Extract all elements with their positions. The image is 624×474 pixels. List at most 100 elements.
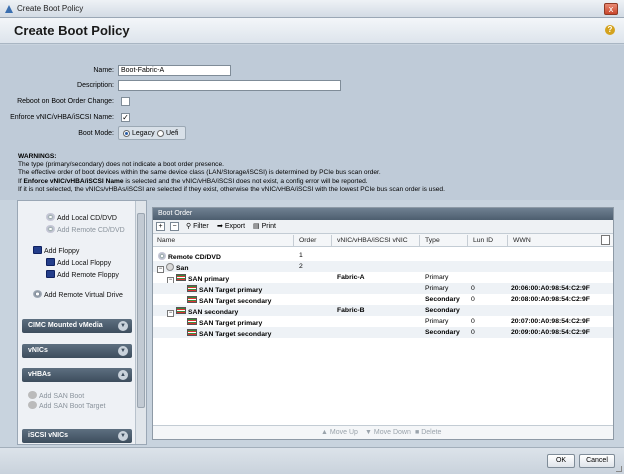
- warnings-title: WARNINGS:: [18, 153, 57, 160]
- print-label: Print: [261, 223, 276, 230]
- warning-bold-text: Enforce vNIC/vHBA/iSCSI Name: [23, 177, 124, 185]
- table-row[interactable]: SAN Target primary Primary 0 20:07:00:A0…: [153, 316, 613, 327]
- row-lun: 0: [471, 285, 475, 292]
- add-local-cd-dvd[interactable]: Add Local CD/DVD: [46, 213, 117, 222]
- floppy-icon: [46, 258, 55, 266]
- boot-policy-form: Name: Boot-Fabric-A Description: Reboot …: [0, 45, 624, 200]
- device-palette-panel: Add Local CD/DVD Add Remote CD/DVD Add F…: [17, 200, 147, 445]
- chevron-down-icon: ▼: [118, 346, 128, 356]
- table-row[interactable]: SAN Target secondary Secondary 0 20:08:0…: [153, 294, 613, 305]
- description-field[interactable]: [118, 80, 341, 91]
- enforce-checkbox[interactable]: ✓: [121, 113, 130, 122]
- remove-button[interactable]: −: [170, 222, 179, 231]
- resize-grip[interactable]: [616, 466, 622, 472]
- san-icon: [166, 263, 174, 271]
- reboot-checkbox[interactable]: [121, 97, 130, 106]
- arrow-down-icon: ▼: [365, 429, 372, 436]
- row-lun: 0: [471, 296, 475, 303]
- name-label: Name:: [93, 67, 114, 74]
- row-type: Primary: [425, 318, 449, 325]
- col-divider: [419, 235, 420, 246]
- move-down-button[interactable]: ▼ Move Down: [365, 429, 411, 436]
- floppy-icon: [33, 246, 42, 254]
- warning-line: The effective order of boot devices with…: [18, 169, 381, 177]
- row-order: 1: [299, 252, 303, 259]
- table-row[interactable]: Remote CD/DVD 1: [153, 250, 613, 261]
- add-san-boot-target[interactable]: Add SAN Boot Target: [28, 401, 105, 410]
- row-wwn: 20:08:00:A0:98:54:C2:9F: [511, 296, 590, 303]
- add-remote-virtual-drive[interactable]: Add Remote Virtual Drive: [33, 290, 123, 299]
- scrollbar-thumb[interactable]: [137, 213, 145, 408]
- filter-button[interactable]: ⚲ Filter: [186, 222, 209, 230]
- chevron-down-icon: ▼: [118, 431, 128, 441]
- item-label: Add Floppy: [44, 248, 80, 255]
- add-button[interactable]: +: [156, 222, 165, 231]
- san-target-icon: [187, 285, 197, 292]
- column-chooser-icon[interactable]: [601, 235, 610, 245]
- export-label: Export: [224, 223, 246, 230]
- row-wwn: 20:09:00:A0:98:54:C2:9F: [511, 329, 590, 336]
- row-lun: 0: [471, 318, 475, 325]
- window-title: Create Boot Policy: [17, 4, 84, 13]
- cd-icon: [158, 252, 166, 260]
- warning-text: is selected and the vNIC/vHBA/iSCSI does…: [123, 177, 368, 185]
- col-vnic[interactable]: vNIC/vHBA/iSCSI vNIC: [337, 237, 408, 244]
- chevron-down-icon: ▼: [118, 321, 128, 331]
- help-icon[interactable]: ?: [605, 25, 615, 35]
- chevron-up-icon: ▲: [118, 370, 128, 380]
- col-divider: [467, 235, 468, 246]
- move-up-button[interactable]: ▲ Move Up: [321, 429, 358, 436]
- section-label: CIMC Mounted vMedia: [28, 322, 103, 329]
- row-type: Primary: [425, 274, 449, 281]
- table-row[interactable]: SAN Target primary Primary 0 20:06:00:A0…: [153, 283, 613, 294]
- arrow-up-icon: ▲: [321, 429, 328, 436]
- col-order[interactable]: Order: [299, 237, 316, 244]
- san-icon: [28, 391, 37, 399]
- section-iscsi-vnics[interactable]: iSCSI vNICs ▼: [22, 429, 132, 443]
- name-field[interactable]: Boot-Fabric-A: [118, 65, 231, 76]
- row-type: Secondary: [425, 296, 460, 303]
- add-local-floppy[interactable]: Add Local Floppy: [46, 258, 111, 267]
- close-window-button[interactable]: x: [604, 3, 618, 15]
- export-button[interactable]: ➡ Export: [217, 222, 245, 230]
- cancel-button[interactable]: Cancel: [579, 454, 615, 468]
- row-name: SAN primary: [188, 276, 230, 283]
- section-vhbas[interactable]: vHBAs ▲: [22, 368, 132, 382]
- filter-label: Filter: [193, 223, 209, 230]
- app-icon: [5, 5, 13, 13]
- warning-line: If it is not selected, the vNICs/vHBAs/i…: [18, 185, 445, 193]
- table-row[interactable]: − SAN secondary Fabric-B Secondary: [153, 305, 613, 317]
- section-label: iSCSI vNICs: [28, 432, 69, 439]
- add-remote-floppy[interactable]: Add Remote Floppy: [46, 270, 119, 279]
- section-label: vHBAs: [28, 371, 51, 378]
- delete-button[interactable]: ■ Delete: [415, 429, 441, 436]
- left-panel-scrollbar[interactable]: [135, 201, 146, 444]
- warning-line: If Enforce vNIC/vHBA/iSCSI Name is selec…: [18, 178, 618, 186]
- add-remote-cd-dvd[interactable]: Add Remote CD/DVD: [46, 225, 125, 234]
- table-row[interactable]: − SAN primary Fabric-A Primary: [153, 272, 613, 284]
- boot-mode-label: Boot Mode:: [78, 130, 114, 137]
- san-target-icon: [187, 329, 197, 336]
- print-button[interactable]: ▤ Print: [253, 222, 276, 230]
- ok-button[interactable]: OK: [547, 454, 575, 468]
- uefi-radio[interactable]: [157, 130, 164, 137]
- table-row[interactable]: − San 2: [153, 261, 613, 273]
- minus-icon: −: [170, 222, 179, 231]
- col-wwn[interactable]: WWN: [513, 237, 531, 244]
- col-type[interactable]: Type: [425, 237, 440, 244]
- row-name: SAN Target secondary: [199, 331, 272, 338]
- table-row[interactable]: SAN Target secondary Secondary 0 20:09:0…: [153, 327, 613, 338]
- section-cimc-mounted-vmedia[interactable]: CIMC Mounted vMedia ▼: [22, 319, 132, 333]
- col-lun-id[interactable]: Lun ID: [473, 237, 493, 244]
- col-divider: [507, 235, 508, 246]
- row-vnic: Fabric-B: [337, 307, 365, 314]
- row-type: Primary: [425, 285, 449, 292]
- table-header: Name Order vNIC/vHBA/iSCSI vNIC Type Lun…: [153, 234, 613, 247]
- col-name[interactable]: Name: [157, 237, 175, 244]
- add-san-boot[interactable]: Add SAN Boot: [28, 391, 84, 400]
- vhba-icon: [176, 307, 186, 314]
- row-name: Remote CD/DVD: [168, 254, 221, 261]
- legacy-radio[interactable]: [123, 130, 130, 137]
- add-floppy[interactable]: Add Floppy: [33, 246, 79, 255]
- section-vnics[interactable]: vNICs ▼: [22, 344, 132, 358]
